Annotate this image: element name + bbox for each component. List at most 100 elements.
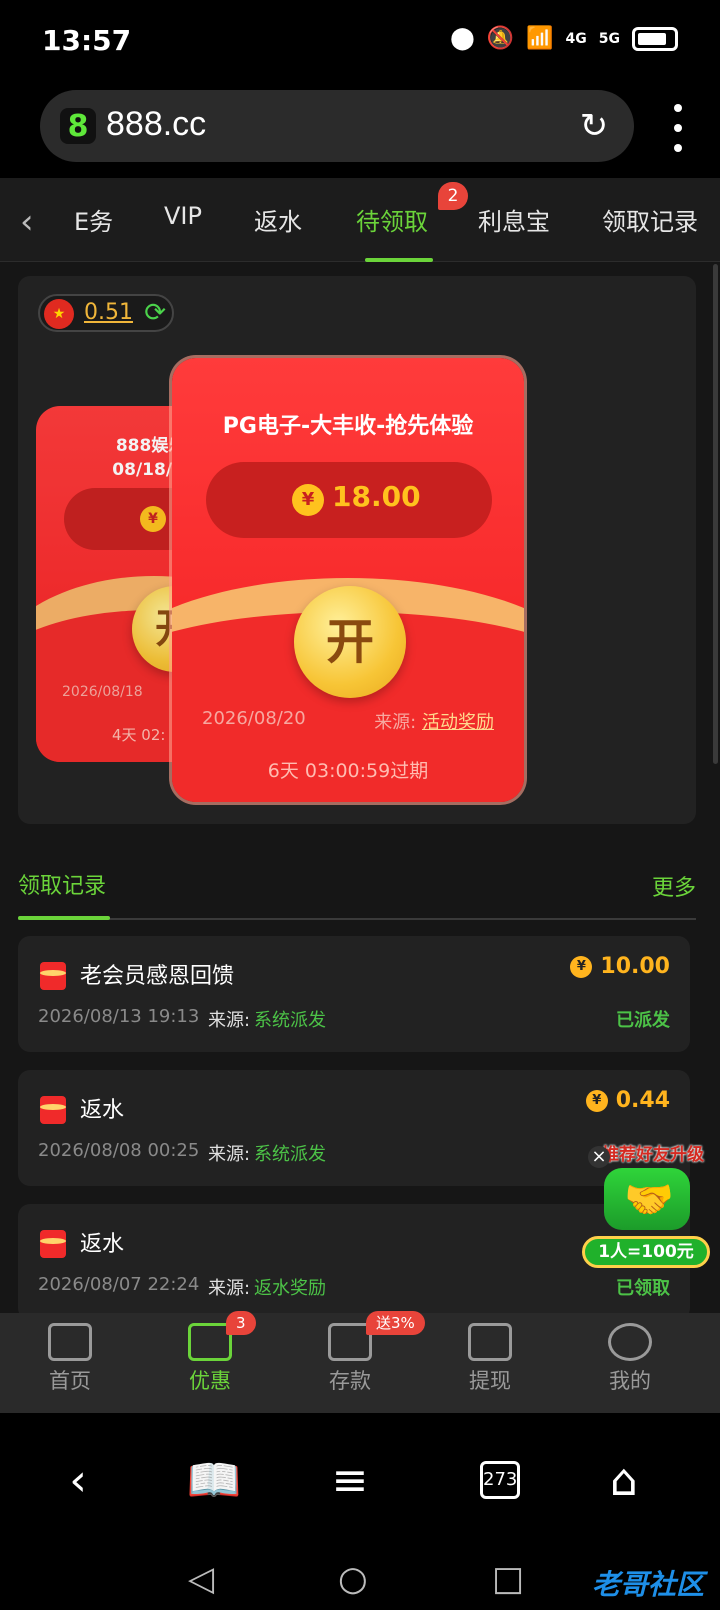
red-envelope-icon xyxy=(40,1096,66,1124)
records-header: 领取记录 更多 xyxy=(18,856,696,920)
yen-coin-icon: ¥ xyxy=(570,955,593,978)
record-item[interactable]: 老会员感恩回馈 ¥10.00 2026/08/13 19:13 来源: 系统派发… xyxy=(18,936,690,1052)
tabs-scroll-left-icon[interactable]: ‹ xyxy=(20,202,34,242)
packet-source-link[interactable]: 活动奖励 xyxy=(422,712,494,733)
packet-date: 2026/08/20 xyxy=(202,708,306,729)
record-source-label: 来源: xyxy=(208,1010,251,1031)
record-time: 2026/08/07 22:24 xyxy=(38,1274,200,1295)
status-icons: ⬤ 🔕 📶 4G 5G xyxy=(450,26,678,51)
record-title: 老会员感恩回馈 xyxy=(80,964,235,989)
bottom-tab-withdraw[interactable]: 提现 xyxy=(440,1323,540,1395)
packet-amount: 18.00 xyxy=(332,480,421,513)
record-source-label: 来源: xyxy=(208,1278,251,1299)
yen-coin-icon: ¥ xyxy=(292,484,324,516)
record-source: 系统派发 xyxy=(254,1144,326,1165)
promo-reward-badge[interactable]: 1人=100元 xyxy=(582,1236,710,1268)
record-source: 返水奖励 xyxy=(254,1278,326,1299)
tab-tasks[interactable]: E务 xyxy=(74,202,113,237)
browser-nav-bar: ‹ 📖 ≡ 273 ⌂ xyxy=(0,1413,720,1553)
status-time: 13:57 xyxy=(42,24,132,57)
record-source: 系统派发 xyxy=(254,1010,326,1031)
record-time: 2026/08/13 19:13 xyxy=(38,1006,200,1027)
record-time: 2026/08/08 00:25 xyxy=(38,1140,200,1161)
bottom-tab-bar: 首页 优惠 3 存款 送3% 提现 我的 xyxy=(0,1311,720,1413)
tab-rebate[interactable]: 返水 xyxy=(254,202,302,237)
packet-date: 2026/08/18 xyxy=(62,684,143,700)
tab-interest[interactable]: 利息宝 xyxy=(478,202,550,237)
site-favicon: 8 xyxy=(60,108,96,144)
red-envelope-icon xyxy=(40,1230,66,1258)
battery-icon xyxy=(632,26,678,51)
record-title: 返水 xyxy=(80,1232,125,1257)
pending-count-badge: 2 xyxy=(438,182,468,210)
location-icon: ⬤ xyxy=(450,26,475,51)
packet-source-label: 来源: xyxy=(374,712,417,733)
reload-icon[interactable]: ↻ xyxy=(574,106,614,146)
menu-icon[interactable]: ≡ xyxy=(320,1451,380,1511)
system-nav-bar: ◁ ○ □ 老哥社区 xyxy=(0,1553,720,1610)
record-status: 已派发 xyxy=(616,1010,670,1031)
tab-pending[interactable]: 待领取 xyxy=(356,202,428,237)
packet-source: 来源: 活动奖励 xyxy=(374,708,494,734)
watermark: 老哥社区 xyxy=(591,1568,704,1601)
category-tabs: ‹ E务 VIP 返水 待领取 2 利息宝 领取记录 xyxy=(0,178,720,262)
record-amount-value: 10.00 xyxy=(600,954,670,979)
deposit-bonus-badge: 送3% xyxy=(366,1311,425,1335)
wifi-icon: 📶 xyxy=(526,26,554,51)
mute-bell-icon: 🔕 xyxy=(486,26,515,51)
china-flag-icon: ★ xyxy=(44,299,74,329)
back-icon[interactable]: ‹ xyxy=(48,1451,108,1511)
record-amount: ¥0.44 xyxy=(585,1088,670,1113)
records-more-link[interactable]: 更多 xyxy=(652,870,696,902)
refresh-balance-icon[interactable]: ⟳ xyxy=(144,298,166,328)
balance-pill: ★ 0.51 ⟳ xyxy=(38,294,174,332)
record-amount-value: 0.44 xyxy=(615,1088,670,1113)
tab-vip[interactable]: VIP xyxy=(164,202,202,230)
signal-5g-label: 5G xyxy=(598,30,620,47)
user-icon xyxy=(608,1323,652,1361)
record-amount: ¥10.00 xyxy=(570,954,670,979)
browser-menu-icon[interactable] xyxy=(672,104,684,152)
bottom-tab-label: 首页 xyxy=(49,1369,91,1393)
balance-value: 0.51 xyxy=(84,300,133,325)
record-source-label: 来源: xyxy=(208,1144,251,1165)
bottom-tab-label: 提现 xyxy=(469,1369,511,1393)
system-back-icon[interactable]: ◁ xyxy=(188,1559,214,1599)
cash-icon xyxy=(468,1323,512,1361)
url-field[interactable]: 8 888.cc ↻ xyxy=(40,90,634,162)
handshake-icon xyxy=(604,1168,690,1230)
home-icon[interactable]: ⌂ xyxy=(594,1451,654,1511)
bookmarks-icon[interactable]: 📖 xyxy=(184,1451,244,1511)
close-icon[interactable]: × xyxy=(588,1146,610,1168)
system-home-icon[interactable]: ○ xyxy=(338,1559,368,1599)
browser-address-bar: 8 888.cc ↻ xyxy=(0,84,720,178)
promo-title: 推荐好友升级 xyxy=(602,1145,704,1165)
yen-coin-icon: ¥ xyxy=(585,1089,608,1112)
status-bar: 13:57 ⬤ 🔕 📶 4G 5G xyxy=(0,0,720,84)
record-title: 返水 xyxy=(80,1098,125,1123)
red-packet-card[interactable]: PG电子-大丰收-抢先体验 ¥ 18.00 开 2026/08/20 来源: 活… xyxy=(172,358,524,802)
red-envelope-icon xyxy=(40,962,66,990)
system-recents-icon[interactable]: □ xyxy=(492,1559,524,1599)
referral-promo-widget[interactable]: 推荐好友升级 × 1人=100元 xyxy=(582,1138,712,1288)
packet-amount-pill: ¥ 18.00 xyxy=(206,462,492,538)
active-tab-indicator xyxy=(365,258,433,262)
url-text[interactable]: 888.cc xyxy=(106,105,206,144)
bottom-tab-label: 优惠 xyxy=(189,1369,231,1393)
packet-expiry: 6天 03:00:59过期 xyxy=(267,760,429,782)
red-packet-panel: ★ 0.51 ⟳ 888娱乐: 08/18/28 ¥ 开 2026/08/18 … xyxy=(18,276,696,824)
offers-count-badge: 3 xyxy=(226,1311,256,1335)
scrollbar[interactable] xyxy=(713,264,718,764)
open-packet-button[interactable]: 开 xyxy=(294,586,406,698)
bottom-tab-profile[interactable]: 我的 xyxy=(580,1323,680,1395)
signal-4g-label: 4G xyxy=(565,30,587,47)
packet-title: PG电子-大丰收-抢先体验 xyxy=(222,414,474,439)
home-icon xyxy=(48,1323,92,1361)
bottom-tab-label: 存款 xyxy=(329,1369,371,1393)
tab-claim-history[interactable]: 领取记录 xyxy=(602,202,698,237)
bottom-tab-label: 我的 xyxy=(609,1369,651,1393)
tab-switcher-button[interactable]: 273 xyxy=(480,1461,520,1499)
yen-coin-icon: ¥ xyxy=(140,506,166,532)
bottom-tab-home[interactable]: 首页 xyxy=(20,1323,120,1395)
records-title[interactable]: 领取记录 xyxy=(18,868,106,900)
